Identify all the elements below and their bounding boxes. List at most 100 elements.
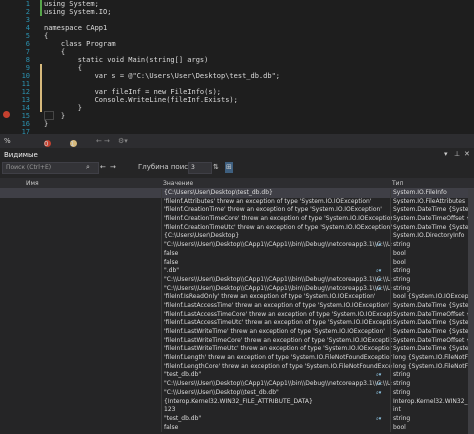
row-value[interactable]: "C:\\Users\\User\\Desktop\\test_db.db" bbox=[161, 388, 392, 398]
locals-row[interactable]: _dataInitialized123int bbox=[0, 406, 474, 415]
hex-toggle-icon[interactable]: ⊞ bbox=[225, 162, 233, 173]
code-line[interactable]: using System.IO; bbox=[44, 8, 111, 16]
row-value[interactable]: 'fileInf.LastWriteTime' threw an excepti… bbox=[161, 328, 392, 337]
visualizer-icon[interactable]: ⌕▾ bbox=[376, 389, 381, 398]
visualizer-icon[interactable]: ⌕▾ bbox=[376, 276, 381, 285]
row-value[interactable]: {C:\Users\User\Desktop\test_db.db} bbox=[161, 189, 392, 198]
code-line[interactable]: Console.WriteLine(fileInf.Exists); bbox=[44, 96, 238, 104]
row-type: System.IO.FileAttributes bbox=[390, 197, 473, 207]
column-name[interactable]: Имя bbox=[26, 180, 39, 187]
row-type: bool bbox=[390, 249, 473, 259]
visualizer-icon[interactable]: ⌕▾ bbox=[376, 241, 381, 250]
row-value[interactable]: "C:\\Users\\User\\Desktop\\CApp1\\CApp1\… bbox=[161, 275, 392, 285]
locals-row[interactable]: _name"test_db.db"⌕▾string bbox=[0, 414, 474, 424]
locals-row[interactable]: Existsfalsebool bbox=[0, 249, 474, 259]
row-value[interactable]: false bbox=[161, 423, 392, 433]
locals-row[interactable]: FullPath"C:\\Users\\User\\Desktop\\CApp1… bbox=[0, 284, 474, 294]
row-value[interactable]: 'fileInf.LastWriteTimeUtc' threw an exce… bbox=[161, 345, 392, 355]
search-forward-icon[interactable]: → bbox=[110, 162, 116, 173]
search-back-icon[interactable]: ← bbox=[100, 162, 106, 173]
locals-row[interactable]: ▶LastWriteTimeUtc'fileInf.LastWriteTimeU… bbox=[0, 345, 474, 355]
visualizer-icon[interactable]: ⌕▾ bbox=[376, 267, 381, 276]
locals-row[interactable]: Extension".db"⌕▾string bbox=[0, 267, 474, 276]
locals-row[interactable]: ▶Directory{C:\Users\User\Desktop}System.… bbox=[0, 232, 474, 242]
locals-row[interactable]: ▶Attributes'fileInf.Attributes' threw an… bbox=[0, 197, 474, 207]
code-line[interactable]: var s = @"C:\Users\User\Desktop\test_db.… bbox=[44, 72, 280, 80]
visualizer-icon[interactable]: ⌕▾ bbox=[376, 285, 381, 294]
row-value[interactable]: ".db" bbox=[161, 267, 392, 276]
locals-row[interactable]: ▶LastWriteTime'fileInf.LastWriteTime' th… bbox=[0, 328, 474, 337]
column-type[interactable]: Тип bbox=[392, 180, 404, 187]
code-line[interactable]: { bbox=[44, 48, 65, 56]
row-value[interactable]: false bbox=[161, 258, 392, 268]
locals-row[interactable]: ExistsCorefalsebool bbox=[0, 258, 474, 268]
locals-row[interactable]: ▼fileInf{C:\Users\User\Desktop\test_db.d… bbox=[0, 189, 474, 198]
locals-row[interactable]: fileInf.Existsfalsebool bbox=[0, 423, 474, 433]
row-value[interactable]: 'fileInf.CreationTimeCore' threw an exce… bbox=[161, 215, 392, 224]
code-line[interactable]: class Program bbox=[44, 40, 116, 48]
column-value[interactable]: Значение bbox=[163, 180, 193, 187]
row-value[interactable]: "C:\\Users\\User\\Desktop\\CApp1\\CApp1\… bbox=[161, 380, 392, 389]
visualizer-icon[interactable]: ⌕▾ bbox=[376, 415, 381, 424]
row-value[interactable]: 'fileInf.CreationTimeUtc' threw an excep… bbox=[161, 223, 392, 233]
code-editor[interactable]: 1 2 3 4 5 6 7 8 9 10 11 12 13 14 15 16 17 using System; u… bbox=[0, 0, 474, 136]
search-input[interactable]: Поиск (Ctrl+E) bbox=[2, 162, 99, 174]
locals-row[interactable]: DirectoryName"C:\\Users\\User\\Desktop\\… bbox=[0, 241, 474, 250]
dropdown-icon[interactable]: ▾ bbox=[444, 150, 448, 158]
locals-row[interactable]: FullName"C:\\Users\\User\\Desktop\\CApp1… bbox=[0, 275, 474, 285]
row-value[interactable]: "C:\\Users\\User\\Desktop\\CApp1\\CApp1\… bbox=[161, 241, 392, 250]
locals-row[interactable]: Name"test_db.db"⌕▾string bbox=[0, 371, 474, 381]
code-line[interactable]: { bbox=[44, 32, 48, 40]
locals-row[interactable]: ▶LengthCore'fileInf.LengthCore' threw an… bbox=[0, 362, 474, 372]
pin-icon[interactable]: ⊥ bbox=[454, 150, 460, 158]
row-value[interactable]: 'fileInf.LastWriteTimeCore' threw an exc… bbox=[161, 336, 392, 346]
row-value[interactable]: false bbox=[161, 249, 392, 259]
locals-row[interactable]: ▶LastAccessTimeCore'fileInf.LastAccessTi… bbox=[0, 310, 474, 320]
locals-row[interactable]: ▶_data{Interop.Kernel32.WIN32_FILE_ATTRI… bbox=[0, 397, 474, 407]
locals-row[interactable]: ▶CreationTimeUtc'fileInf.CreationTimeUtc… bbox=[0, 223, 474, 233]
code-line[interactable]: namespace CApp1 bbox=[44, 24, 107, 32]
locals-row[interactable]: ▶CreationTimeCore'fileInf.CreationTimeCo… bbox=[0, 215, 474, 224]
locals-row[interactable]: ▶CreationTime'fileInf.CreationTime' thre… bbox=[0, 206, 474, 216]
row-value[interactable]: 'fileInf.LengthCore' threw an exception … bbox=[161, 362, 392, 372]
code-line[interactable]: static void Main(string[] args) bbox=[44, 56, 209, 64]
code-line[interactable]: using System; bbox=[44, 0, 99, 8]
locals-row[interactable]: ▶LastAccessTimeUtc'fileInf.LastAccessTim… bbox=[0, 319, 474, 329]
breakpoint-icon[interactable] bbox=[3, 111, 10, 118]
row-value[interactable]: 123 bbox=[161, 406, 392, 415]
code-line[interactable]: } bbox=[44, 120, 48, 128]
visualizer-icon[interactable]: ⌕▾ bbox=[376, 380, 381, 389]
row-value[interactable]: 'fileInf.Length' threw an exception of t… bbox=[161, 354, 392, 363]
row-value[interactable]: 'fileInf.IsReadOnly' threw an exception … bbox=[161, 293, 392, 302]
locals-row[interactable]: ▶LastWriteTimeCore'fileInf.LastWriteTime… bbox=[0, 336, 474, 346]
row-value[interactable]: 'fileInf.CreationTime' threw an exceptio… bbox=[161, 206, 392, 216]
row-value[interactable]: "test_db.db" bbox=[161, 414, 392, 424]
search-icon[interactable]: ⌕ bbox=[86, 162, 90, 173]
locals-row[interactable]: ▶IsReadOnly'fileInf.IsReadOnly' threw an… bbox=[0, 293, 474, 302]
row-type: System.DateTime {System.IO. bbox=[390, 301, 473, 311]
format-icon[interactable]: ⇅ bbox=[213, 162, 219, 173]
locals-row[interactable]: ▶LastAccessTime'fileInf.LastAccessTime' … bbox=[0, 301, 474, 311]
nav-back-icon[interactable]: ← bbox=[96, 137, 102, 145]
locals-row[interactable]: NormalizedPath"C:\\Users\\User\\Desktop\… bbox=[0, 380, 474, 389]
row-value[interactable]: "test_db.db" bbox=[161, 371, 392, 381]
line-number: 16 bbox=[21, 120, 30, 128]
code-line[interactable]: { bbox=[44, 64, 82, 72]
row-value[interactable]: 'fileInf.Attributes' threw an exception … bbox=[161, 197, 392, 207]
locals-row[interactable]: ▶Length'fileInf.Length' threw an excepti… bbox=[0, 354, 474, 363]
row-value[interactable]: {Interop.Kernel32.WIN32_FILE_ATTRIBUTE_D… bbox=[161, 397, 392, 407]
row-value[interactable]: {C:\Users\User\Desktop} bbox=[161, 232, 392, 242]
code-cleanup-icon[interactable]: ⚙▾ bbox=[118, 137, 128, 145]
zoom-level[interactable]: % bbox=[4, 137, 11, 145]
search-depth-select[interactable]: 3 bbox=[188, 162, 212, 174]
code-line[interactable]: var fileInf = new FileInfo(s); bbox=[44, 88, 221, 96]
row-value[interactable]: 'fileInf.LastAccessTimeUtc' threw an exc… bbox=[161, 319, 392, 329]
visualizer-icon[interactable]: ⌕▾ bbox=[376, 371, 381, 380]
row-value[interactable]: 'fileInf.LastAccessTimeCore' threw an ex… bbox=[161, 310, 392, 320]
locals-row[interactable]: OriginalPath"C:\\Users\\User\\Desktop\\t… bbox=[0, 388, 474, 398]
nav-forward-icon[interactable]: → bbox=[104, 137, 110, 145]
vertical-scrollbar[interactable] bbox=[468, 189, 474, 434]
row-value[interactable]: "C:\\Users\\User\\Desktop\\CApp1\\CApp1\… bbox=[161, 284, 392, 294]
close-icon[interactable]: ✕ bbox=[464, 150, 470, 158]
row-value[interactable]: 'fileInf.LastAccessTime' threw an except… bbox=[161, 301, 392, 311]
